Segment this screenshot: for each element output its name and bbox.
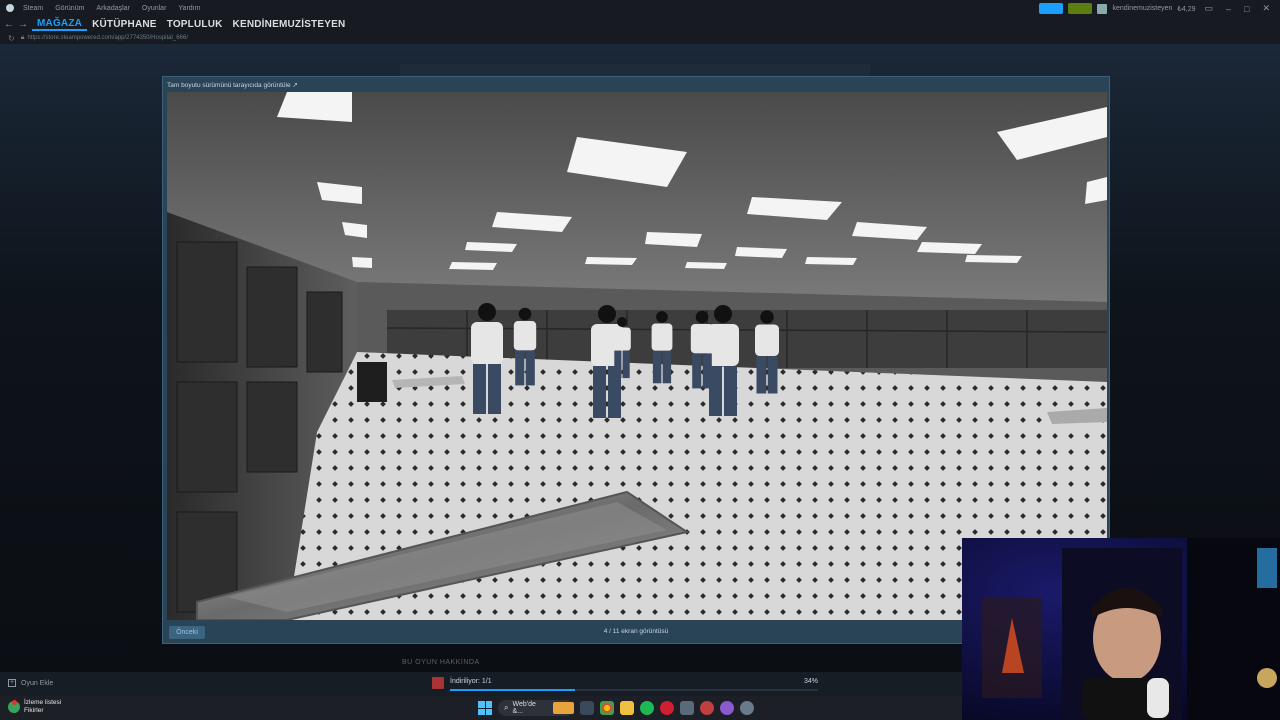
tab-profile[interactable]: KENDİNEMUZİSTEYEN [228, 19, 351, 30]
menu-help[interactable]: Yardım [172, 5, 206, 12]
menu-view[interactable]: Görünüm [49, 5, 90, 12]
app2-icon[interactable] [720, 701, 734, 715]
obs-icon[interactable] [700, 701, 714, 715]
back-arrow-icon[interactable]: ← [0, 19, 18, 30]
search-placeholder: Web'de &... [512, 701, 536, 715]
menu-friends[interactable]: Arkadaşlar [90, 5, 135, 12]
menu-steam[interactable]: Steam [17, 5, 49, 12]
download-progress-track [450, 689, 818, 691]
url-bar: ↻ 🔒︎ https://store.steampowered.com/app/… [0, 32, 1280, 44]
bigpicture-icon[interactable]: ▭ [1200, 3, 1217, 14]
download-label: İndiriliyor: 1/1 [450, 678, 492, 685]
url-text[interactable]: https://store.steampowered.com/app/27743… [27, 35, 187, 41]
notifications-button[interactable] [1068, 3, 1093, 14]
menu-games[interactable]: Oyunlar [136, 5, 173, 12]
spotify-icon[interactable] [640, 701, 654, 715]
account-area: kendinemuzisteyen ₺4,29 ▭ – □ ✕ [1039, 3, 1274, 14]
tab-community[interactable]: TOPLULUK [162, 19, 228, 30]
forward-arrow-icon[interactable]: → [18, 19, 32, 30]
windows-start-icon[interactable] [478, 701, 492, 715]
settings-icon[interactable] [740, 701, 754, 715]
widgets-icon [8, 700, 20, 713]
announcements-button[interactable] [1039, 3, 1064, 14]
reload-icon[interactable]: ↻ [0, 34, 18, 43]
add-game-button[interactable]: + Oyun Ekle [8, 679, 53, 687]
game-thumbnail-icon [432, 677, 444, 689]
tab-store[interactable]: MAĞAZA [32, 18, 88, 31]
widgets-text: İzleme listesi Fikirler [24, 699, 61, 715]
account-username[interactable]: kendinemuzisteyen [1112, 5, 1172, 12]
plus-icon: + [8, 679, 16, 687]
minimize-icon[interactable]: – [1222, 4, 1235, 14]
wallet-balance: ₺4,29 [1177, 5, 1196, 13]
download-progress-fill [450, 689, 576, 691]
widgets-line1: İzleme listesi [24, 699, 62, 706]
about-game-heading: BU OYUN HAKKINDA [402, 659, 480, 666]
widgets-button[interactable]: İzleme listesi Fikirler [8, 699, 61, 715]
steam-taskbar-icon[interactable] [580, 701, 594, 715]
add-game-label: Oyun Ekle [21, 679, 54, 687]
steam-logo-icon [6, 4, 14, 12]
taskbar-search[interactable]: ⌕ Web'de &... [498, 700, 574, 716]
steam-menubar: Steam Görünüm Arkadaşlar Oyunlar Yardım … [0, 0, 1280, 16]
download-status[interactable]: İndiriliyor: 1/1 34% [432, 676, 818, 692]
lock-icon: 🔒︎ [20, 34, 25, 41]
tab-library[interactable]: KÜTÜPHANE [87, 19, 162, 30]
download-percent: 34% [803, 678, 818, 685]
avatar[interactable] [1097, 3, 1108, 14]
taskbar-apps: ⌕ Web'de &... [478, 700, 754, 716]
steam-navbar: ← → MAĞAZA KÜTÜPHANE TOPLULUK KENDİNEMUZ… [0, 16, 1280, 32]
search-highlight-icon [553, 702, 574, 714]
app-icon[interactable] [680, 701, 694, 715]
chrome-icon[interactable] [600, 701, 614, 715]
view-fullsize-link[interactable]: Tam boyutu sürümünü tarayıcıda görüntüle… [167, 81, 298, 89]
file-explorer-icon[interactable] [620, 701, 634, 715]
opera-icon[interactable] [660, 701, 674, 715]
webcam-image [962, 538, 1280, 720]
widgets-line2: Fikirler [24, 707, 44, 714]
desktop: Steam Görünüm Arkadaşlar Oyunlar Yardım … [0, 0, 1280, 720]
close-icon[interactable]: ✕ [1258, 3, 1274, 14]
maximize-icon[interactable]: □ [1240, 4, 1253, 14]
webcam-overlay [962, 538, 1280, 720]
search-icon: ⌕ [504, 703, 509, 712]
